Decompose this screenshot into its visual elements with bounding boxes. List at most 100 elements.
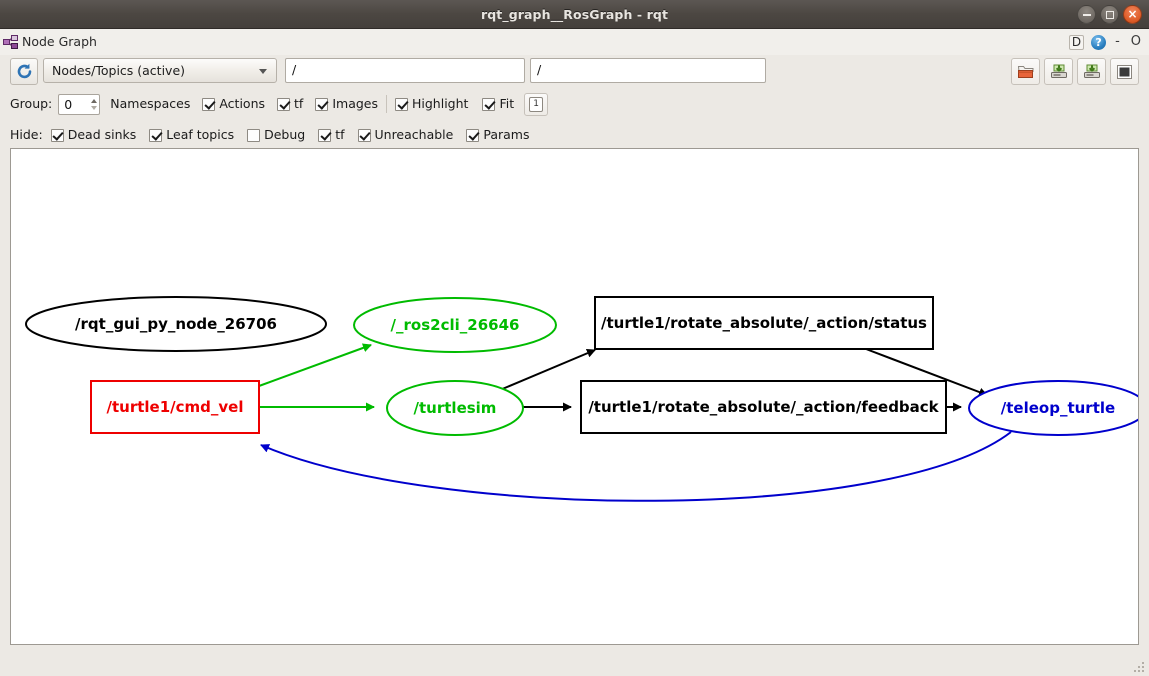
node-label: /teleop_turtle: [1001, 399, 1115, 417]
node-label: /_ros2cli_26646: [391, 316, 520, 334]
filter-exclude-input[interactable]: /: [530, 58, 766, 83]
hide-params-checkbox[interactable]: Params: [466, 123, 529, 147]
graph-node[interactable]: /rqt_gui_py_node_26706: [26, 297, 326, 351]
minimize-button[interactable]: [1077, 5, 1096, 24]
node-label: /turtlesim: [414, 399, 497, 417]
toolbar-row-filters: Nodes/Topics (active) / /: [0, 58, 1149, 88]
resize-grip[interactable]: [1132, 660, 1146, 674]
node-graph-icon: [3, 34, 19, 50]
open-folder-icon: [1017, 64, 1035, 80]
ros-graph-svg: /rqt_gui_py_node_26706 /_ros2cli_26646/tu…: [11, 149, 1138, 644]
minimize-icon: [1083, 14, 1091, 16]
checkbox-box[interactable]: [315, 98, 328, 111]
graph-node[interactable]: /_ros2cli_26646: [354, 298, 556, 352]
graph-node[interactable]: /turtlesim: [387, 381, 523, 435]
hide-tf-checkbox[interactable]: tf: [318, 123, 344, 147]
hide-leaf-topics-label: Leaf topics: [166, 123, 234, 147]
dock-header: Node Graph D ? - O: [0, 29, 1149, 55]
checkbox-box[interactable]: [482, 98, 495, 111]
save-dot-button[interactable]: [1044, 58, 1073, 85]
edge-teleop-to-cmd_vel: [261, 432, 1011, 501]
checkbox-box[interactable]: [318, 129, 331, 142]
graph-type-combo[interactable]: Nodes/Topics (active): [43, 58, 277, 83]
dock-close-button[interactable]: O: [1129, 35, 1143, 49]
checkbox-box[interactable]: [149, 129, 162, 142]
edge-cmd_vel-ros2cli: [259, 345, 371, 386]
highlight-checkbox[interactable]: Highlight: [395, 92, 468, 116]
filter-include-input[interactable]: /: [285, 58, 525, 83]
checkbox-box[interactable]: [466, 129, 479, 142]
chevron-down-icon: [259, 69, 267, 74]
close-icon: ×: [1127, 8, 1137, 20]
dock-title: Node Graph: [22, 29, 97, 55]
dock-shortcut-badge[interactable]: D: [1069, 35, 1084, 50]
checkbox-box[interactable]: [358, 129, 371, 142]
checkbox-box[interactable]: [395, 98, 408, 111]
node-label: /rqt_gui_py_node_26706: [75, 315, 277, 333]
node-label: /turtle1/rotate_absolute/_action/feedbac…: [588, 398, 939, 416]
save-to-drive-icon: [1050, 64, 1068, 80]
hide-leaf-topics-checkbox[interactable]: Leaf topics: [149, 123, 234, 147]
zoom-reset-button[interactable]: 1: [524, 93, 548, 116]
toolbar-row-options: Group: 0 Namespaces Actions tf Images: [0, 92, 1149, 116]
graph-node[interactable]: /turtle1/rotate_absolute/_action/feedbac…: [581, 381, 946, 433]
save-to-drive-icon: [1083, 64, 1101, 80]
actions-checkbox[interactable]: Actions: [202, 92, 265, 116]
hide-dead-sinks-label: Dead sinks: [68, 123, 137, 147]
fit-checkbox[interactable]: Fit: [482, 92, 514, 116]
group-spinbox[interactable]: 0: [58, 94, 100, 115]
window-title: rqt_graph__RosGraph - rqt: [0, 0, 1149, 29]
checkbox-box[interactable]: [202, 98, 215, 111]
hide-debug-label: Debug: [264, 123, 305, 147]
refresh-button[interactable]: [10, 58, 38, 85]
window-controls: ×: [1077, 5, 1142, 24]
fit-view-button[interactable]: [1110, 58, 1139, 85]
highlight-label: Highlight: [412, 92, 468, 116]
hide-tf-label: tf: [335, 123, 344, 147]
group-label: Group:: [10, 92, 52, 116]
graph-node[interactable]: /turtle1/cmd_vel: [91, 381, 259, 433]
fit-square-icon: [1116, 64, 1133, 80]
close-button[interactable]: ×: [1123, 5, 1142, 24]
images-checkbox[interactable]: Images: [315, 92, 378, 116]
checkbox-box[interactable]: [51, 129, 64, 142]
zoom-reset-label: 1: [529, 97, 543, 112]
help-icon[interactable]: ?: [1091, 35, 1106, 50]
window-title-bar: rqt_graph__RosGraph - rqt ×: [0, 0, 1149, 29]
maximize-button[interactable]: [1100, 5, 1119, 24]
hide-unreachable-checkbox[interactable]: Unreachable: [358, 123, 454, 147]
checkbox-box[interactable]: [247, 129, 260, 142]
graph-node[interactable]: /turtle1/rotate_absolute/_action/status: [595, 297, 933, 349]
namespaces-label[interactable]: Namespaces: [110, 92, 190, 116]
group-value: 0: [64, 97, 72, 112]
checkbox-box[interactable]: [277, 98, 290, 111]
toolbar-row-hide: Hide: Dead sinks Leaf topics Debug tf Un…: [0, 123, 1149, 147]
hide-params-label: Params: [483, 123, 529, 147]
hide-unreachable-label: Unreachable: [375, 123, 454, 147]
tf-checkbox[interactable]: tf: [277, 92, 303, 116]
ros-graph-canvas[interactable]: /rqt_gui_py_node_26706 /_ros2cli_26646/tu…: [10, 148, 1139, 645]
node-label: /turtle1/rotate_absolute/_action/status: [601, 314, 927, 332]
images-label: Images: [332, 92, 378, 116]
spin-up-icon[interactable]: [91, 99, 97, 103]
refresh-icon: [16, 63, 33, 80]
maximize-icon: [1106, 11, 1114, 19]
hide-debug-checkbox[interactable]: Debug: [247, 123, 305, 147]
rqt-graph-window: rqt_graph__RosGraph - rqt × Node Graph D…: [0, 0, 1149, 676]
load-dot-button[interactable]: [1011, 58, 1040, 85]
toolbar-separator: [386, 95, 387, 113]
graph-type-value: Nodes/Topics (active): [52, 63, 185, 78]
node-label: /turtle1/cmd_vel: [107, 398, 244, 416]
dock-float-button[interactable]: -: [1113, 35, 1122, 49]
spin-down-icon[interactable]: [91, 106, 97, 110]
hide-dead-sinks-checkbox[interactable]: Dead sinks: [51, 123, 137, 147]
save-image-button[interactable]: [1077, 58, 1106, 85]
dock-controls: D ? - O: [1069, 29, 1143, 55]
hide-label: Hide:: [10, 123, 43, 147]
graph-node[interactable]: /teleop_turtle: [969, 381, 1138, 435]
graph-nodes: /rqt_gui_py_node_26706 /_ros2cli_26646/tu…: [26, 297, 1138, 435]
actions-label: Actions: [219, 92, 265, 116]
toolbar-action-buttons: [1011, 58, 1139, 85]
tf-label: tf: [294, 92, 303, 116]
fit-label: Fit: [499, 92, 514, 116]
